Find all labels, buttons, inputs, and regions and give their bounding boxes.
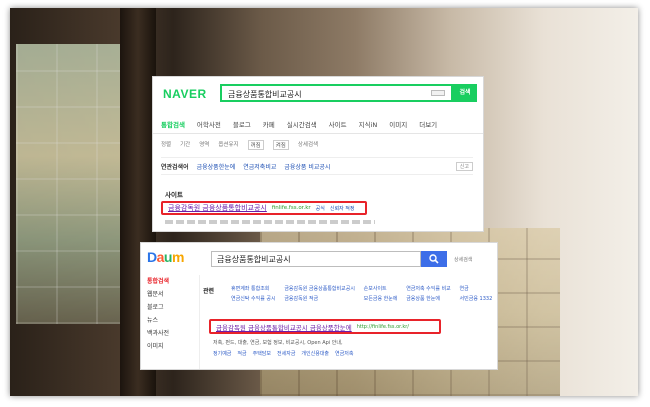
sublink[interactable]: 주택담보: [253, 350, 271, 357]
related-link[interactable]: 서민금융 1332: [460, 295, 493, 302]
daum-logo-letter: u: [163, 249, 173, 265]
naver-related-searches: 연관검색어 금융상품한눈에 연금저축비교 금융상품 비교공시 신고: [161, 157, 473, 175]
naver-filter-bar: 정렬 기간 영역 옵션유지 꺼짐 켜짐 상세검색: [161, 140, 475, 150]
background-stained-glass-window: [16, 44, 136, 324]
sublink[interactable]: 정기예금: [213, 350, 231, 357]
related-link[interactable]: 손보사이트: [364, 285, 399, 292]
result-description: 저축, 펀드, 대출, 연금, 보험 정보, 비교공시, Open Api 안내…: [213, 340, 343, 346]
filter-period[interactable]: 기간: [180, 140, 190, 150]
blurred-description: [165, 220, 375, 224]
daum-detail-search-link[interactable]: 상세검색: [454, 256, 472, 263]
daum-search-panel: Daum 금융상품통합비교공시 상세검색 통합검색 웹문서 블로그 뉴스 백과사…: [140, 242, 498, 370]
tab-knowledge-in[interactable]: 지식iN: [359, 119, 378, 129]
related-link[interactable]: 금융감독원 적금: [284, 295, 355, 302]
daum-related-heading: 관련: [203, 288, 215, 295]
sidebar-item-encyclopedia[interactable]: 백과사전: [147, 327, 199, 340]
result-url[interactable]: http://finlife.fss.or.kr/: [357, 324, 409, 330]
option-on-toggle[interactable]: 켜짐: [272, 140, 289, 150]
daum-search-input[interactable]: 금융상품통합비교공시: [211, 251, 421, 267]
naver-tab-bar: 통합검색 어학사전 블로그 카페 실시간검색 사이트 지식iN 이미지 더보기: [153, 115, 483, 134]
sidebar-item-news[interactable]: 뉴스: [147, 314, 199, 327]
sidebar-item-blog[interactable]: 블로그: [147, 301, 199, 314]
related-link[interactable]: 모든금융 한눈에: [364, 295, 399, 302]
sublink[interactable]: 전세자금: [277, 350, 295, 357]
tab-cafe[interactable]: 카페: [263, 119, 275, 129]
tab-image[interactable]: 이미지: [389, 119, 407, 129]
sublink[interactable]: 개인신용대출: [301, 350, 329, 357]
related-link[interactable]: 금융상품 한눈에: [406, 295, 451, 302]
daum-result-highlighted: 금융감독원 금융상품통합비교공시 금융상품한눈에 http://finlife.…: [209, 319, 441, 334]
sublink[interactable]: 적금: [237, 350, 246, 357]
site-result-title-link[interactable]: 금융감독원 금융상품통합비교공시: [168, 203, 267, 213]
related-link[interactable]: 금융상품한눈에: [197, 162, 236, 171]
site-result-official-badge: 공식: [315, 205, 325, 212]
sidebar-item-image[interactable]: 이미지: [147, 340, 199, 353]
keyboard-icon[interactable]: [431, 90, 445, 96]
search-icon: [429, 254, 439, 264]
daum-logo-letter: a: [156, 249, 165, 265]
result-title-link[interactable]: 금융감독원 금융상품통합비교공시 금융상품한눈에: [216, 322, 352, 332]
daum-related-links: 휴면계좌 통합조회 금융감독원 금융상품통합비교공시 손보사이트 연금저축 수익…: [231, 285, 493, 302]
daum-logo-letter: m: [171, 249, 184, 265]
daum-search-value: 금융상품통합비교공시: [217, 255, 291, 264]
related-link[interactable]: 연금신탁 수익률 공시: [231, 295, 276, 302]
tab-realtime[interactable]: 실시간검색: [287, 119, 317, 129]
related-heading: 연관검색어: [161, 163, 189, 171]
daum-logo-letter: D: [147, 249, 157, 265]
related-link[interactable]: 연금저축 수익률 비교: [406, 285, 451, 292]
related-link[interactable]: 금융상품 비교공시: [284, 162, 330, 171]
naver-search-value: 금융상품통합비교공시: [228, 90, 302, 99]
daum-logo[interactable]: Daum: [147, 249, 184, 265]
filter-option: 옵션유지: [218, 142, 239, 148]
result-sublinks: 정기예금 적금 주택담보 전세자금 개인신용대출 연금저축: [213, 350, 353, 357]
tab-site[interactable]: 사이트: [329, 119, 347, 129]
sidebar-item-webdocs[interactable]: 웹문서: [147, 288, 199, 301]
daum-sidebar: 통합검색 웹문서 블로그 뉴스 백과사전 이미지: [141, 275, 200, 369]
related-link[interactable]: 휴면계좌 통합조회: [231, 285, 276, 292]
related-link[interactable]: 금융감독원 금융상품통합비교공시: [284, 285, 355, 292]
tab-dictionary[interactable]: 어학사전: [197, 119, 221, 129]
naver-header: NAVER 금융상품통합비교공시 검색: [153, 77, 483, 109]
daum-search-button[interactable]: [421, 251, 447, 267]
sidebar-item-integrated-search[interactable]: 통합검색: [147, 275, 199, 288]
related-link[interactable]: 연금저축비교: [243, 162, 276, 171]
naver-search-panel: NAVER 금융상품통합비교공시 검색 통합검색 어학사전 블로그 카페 실시간…: [152, 76, 484, 232]
related-link[interactable]: 연금: [460, 285, 493, 292]
site-result-meta: 신뢰자 적정: [329, 205, 355, 212]
filter-detail[interactable]: 상세검색: [298, 140, 318, 150]
sublink[interactable]: 연금저축: [335, 350, 353, 357]
naver-site-result-highlighted: 금융감독원 금융상품통합비교공시 finlife.fss.or.kr 공식 신뢰…: [161, 201, 367, 215]
site-result-url[interactable]: finlife.fss.or.kr: [272, 205, 311, 211]
naver-search-input[interactable]: 금융상품통합비교공시: [220, 84, 453, 102]
tab-more[interactable]: 더보기: [419, 119, 437, 129]
naver-search-button[interactable]: 검색: [453, 84, 477, 102]
naver-logo[interactable]: NAVER: [163, 87, 207, 101]
tab-integrated-search[interactable]: 통합검색: [161, 119, 185, 129]
site-section-heading: 사이트: [165, 191, 183, 199]
tab-blog[interactable]: 블로그: [233, 119, 251, 129]
report-button[interactable]: 신고: [455, 161, 473, 171]
filter-area[interactable]: 영역: [199, 140, 209, 150]
option-off-toggle[interactable]: 꺼짐: [247, 140, 264, 150]
filter-sort[interactable]: 정렬: [161, 140, 171, 150]
